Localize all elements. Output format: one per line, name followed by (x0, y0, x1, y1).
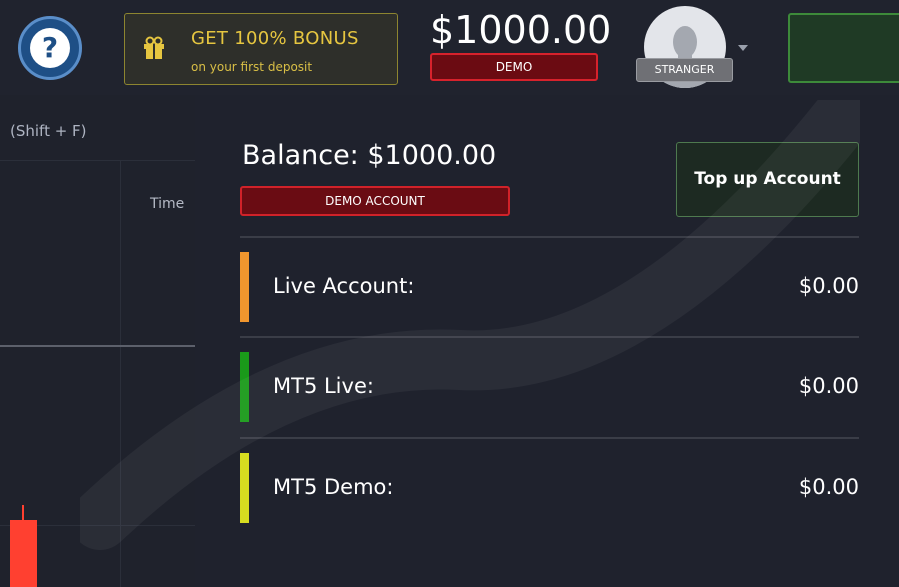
account-color-bar (240, 352, 249, 422)
account-amount: $0.00 (798, 374, 859, 398)
price-line (0, 345, 195, 347)
user-badge: STRANGER (636, 58, 733, 82)
account-row-mt5-live[interactable]: MT5 Live: $0.00 (240, 352, 859, 422)
time-label: Time (150, 196, 185, 212)
demo-account-badge[interactable]: DEMO ACCOUNT (240, 186, 510, 216)
divider (240, 336, 859, 338)
account-name: Live Account: (273, 274, 415, 298)
panel-balance: Balance: $1000.00 (242, 140, 497, 171)
account-amount: $0.00 (798, 475, 859, 499)
account-name: MT5 Live: (273, 374, 374, 398)
chevron-down-icon[interactable] (738, 44, 748, 52)
candle (10, 520, 37, 587)
account-amount: $0.00 (798, 274, 859, 298)
divider (240, 437, 859, 439)
bonus-banner[interactable]: GET 100% BONUS on your first deposit (124, 13, 398, 85)
account-row-mt5-demo[interactable]: MT5 Demo: $0.00 (240, 453, 859, 523)
account-name: MT5 Demo: (273, 475, 394, 499)
account-color-bar (240, 453, 249, 523)
divider (240, 236, 859, 238)
help-button[interactable]: ? (18, 16, 82, 80)
candle-wick (22, 505, 24, 520)
account-color-bar (240, 252, 249, 322)
gift-icon (144, 36, 164, 59)
demo-badge[interactable]: DEMO (430, 53, 598, 81)
top-up-button[interactable]: Top up Account (676, 142, 859, 217)
header-balance[interactable]: $1000.00 (430, 8, 611, 52)
account-row-live[interactable]: Live Account: $0.00 (240, 252, 859, 322)
bonus-subtitle: on your first deposit (191, 60, 313, 74)
deposit-button[interactable] (788, 13, 899, 83)
bonus-title: GET 100% BONUS (191, 28, 359, 49)
question-icon: ? (30, 28, 70, 68)
grid-line (120, 160, 121, 587)
grid-line (0, 160, 195, 161)
top-bar: ? GET 100% BONUS on your first deposit $… (0, 0, 899, 95)
hotkey-hint: (Shift + F) (10, 122, 87, 140)
